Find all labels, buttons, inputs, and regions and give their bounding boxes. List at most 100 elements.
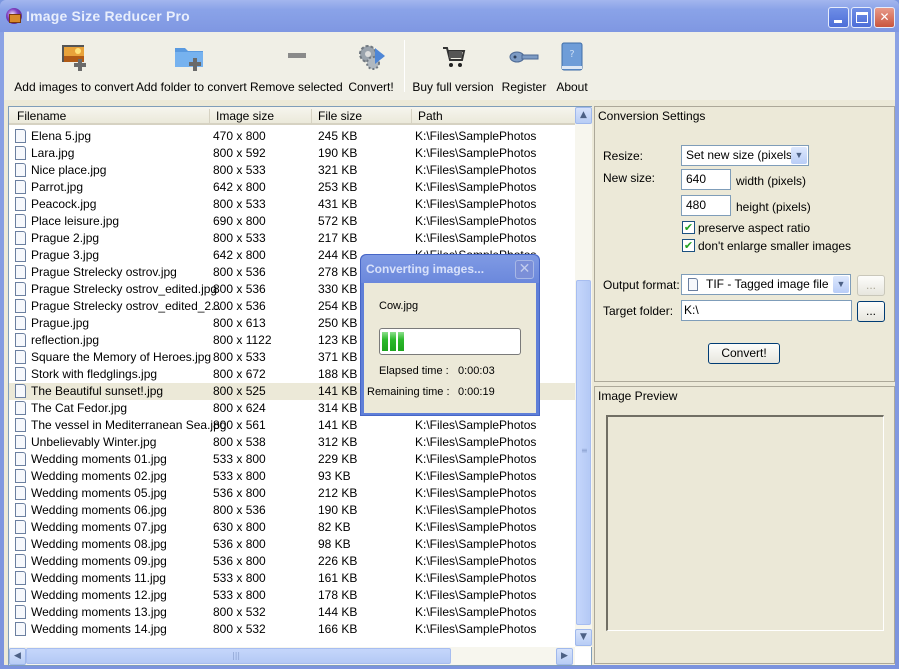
column-header-image-size[interactable]: Image size — [209, 109, 309, 123]
target-folder-input[interactable]: K:\ — [681, 300, 852, 321]
output-format-value: TIF - Tagged image file — [706, 277, 829, 291]
no-enlarge-label: don't enlarge smaller images — [698, 239, 852, 253]
convert-toolbar-button[interactable]: Convert! — [346, 38, 396, 96]
column-header-file-size[interactable]: File size — [311, 109, 411, 123]
path-cell: K:\Files\SamplePhotos — [415, 231, 537, 245]
add-folder-label: Add folder to convert — [136, 80, 247, 94]
file-row[interactable]: Wedding moments 02.jpg 533 x 800 93 KB K:\F… — [9, 468, 575, 485]
add-folder-button[interactable]: Add folder to convert — [136, 38, 247, 96]
scroll-left-button[interactable]: ◀ — [9, 648, 26, 665]
no-enlarge-checkbox[interactable]: ✔ — [682, 239, 695, 252]
path-cell: K:\Files\SamplePhotos — [415, 469, 537, 483]
file-icon — [15, 146, 26, 160]
image-size-cell: 690 x 800 — [213, 214, 266, 228]
filename-cell: Wedding moments 01.jpg — [31, 452, 167, 466]
scroll-right-button[interactable]: ▶ — [556, 648, 573, 665]
path-cell: K:\Files\SamplePhotos — [415, 571, 537, 585]
file-row[interactable]: Peacock.jpg 800 x 533 431 KB K:\Files\Sampl… — [9, 196, 575, 213]
register-button[interactable]: Register — [500, 38, 548, 96]
file-row[interactable]: Elena 5.jpg 470 x 800 245 KB K:\Files\Sampl… — [9, 128, 575, 145]
preserve-aspect-checkbox[interactable]: ✔ — [682, 221, 695, 234]
file-row[interactable]: Wedding moments 08.jpg 536 x 800 98 KB K:\F… — [9, 536, 575, 553]
height-input[interactable]: 480 — [681, 195, 731, 216]
file-row[interactable]: Wedding moments 05.jpg 536 x 800 212 KB K:\… — [9, 485, 575, 502]
output-format-select[interactable]: TIF - Tagged image file ▼ — [681, 274, 851, 295]
file-row[interactable]: The vessel in Mediterranean Sea.jpg 800 x… — [9, 417, 575, 434]
filename-cell: The Beautiful sunset!.jpg — [31, 384, 164, 398]
title-bar[interactable]: Image Size Reducer Pro ✕ — [0, 0, 899, 32]
file-row[interactable]: Wedding moments 07.jpg 630 x 800 82 KB K:\F… — [9, 519, 575, 536]
resize-select[interactable]: Set new size (pixels) ▼ — [681, 145, 809, 166]
remaining-time-value: 0:00:19 — [458, 386, 495, 398]
file-row[interactable]: Wedding moments 06.jpg 800 x 536 190 KB K:\… — [9, 502, 575, 519]
file-row[interactable]: Wedding moments 09.jpg 536 x 800 226 KB K:\… — [9, 553, 575, 570]
file-size-cell: 141 KB — [318, 384, 358, 398]
file-row[interactable]: Prague 2.jpg 800 x 533 217 KB K:\Files\Samp… — [9, 230, 575, 247]
file-size-cell: 82 KB — [318, 520, 351, 534]
file-icon — [15, 214, 26, 228]
toolbar: Add images to convert Add folder to conv… — [4, 32, 895, 100]
add-images-label: Add images to convert — [14, 80, 134, 94]
chevron-down-icon[interactable]: ▼ — [833, 276, 849, 293]
vertical-scroll-thumb[interactable]: ≡ — [576, 280, 591, 625]
path-cell: K:\Files\SamplePhotos — [415, 554, 537, 568]
file-row[interactable]: Lara.jpg 800 x 592 190 KB K:\Files\SamplePh… — [9, 145, 575, 162]
key-icon — [509, 51, 539, 63]
file-row[interactable]: Wedding moments 01.jpg 533 x 800 229 KB K:\… — [9, 451, 575, 468]
resize-select-value: Set new size (pixels) — [686, 148, 797, 162]
file-icon — [15, 486, 26, 500]
column-header-path[interactable]: Path — [411, 109, 575, 123]
format-options-button[interactable]: ... — [857, 275, 885, 296]
add-images-button[interactable]: Add images to convert — [12, 38, 136, 96]
image-preview-panel: Image Preview — [594, 386, 895, 664]
scroll-down-button[interactable]: ▼ — [575, 629, 592, 646]
scroll-up-button[interactable]: ▲ — [575, 107, 592, 124]
file-row[interactable]: Wedding moments 12.jpg 533 x 800 178 KB K:\… — [9, 587, 575, 604]
remove-selected-button[interactable]: Remove selected — [250, 38, 343, 96]
buy-full-version-button[interactable]: Buy full version — [412, 38, 494, 96]
file-size-cell: 190 KB — [318, 146, 358, 160]
file-row[interactable]: Wedding moments 13.jpg 800 x 532 144 KB K:\… — [9, 604, 575, 621]
close-button[interactable]: ✕ — [874, 7, 895, 28]
file-icon — [15, 588, 26, 602]
horizontal-scroll-thumb[interactable]: ||| — [26, 648, 451, 664]
output-format-label: Output format: — [603, 278, 680, 292]
column-header-filename[interactable]: Filename — [9, 109, 207, 123]
width-input[interactable]: 640 — [681, 169, 731, 190]
image-size-cell: 536 x 800 — [213, 554, 266, 568]
file-row[interactable]: Unbelievably Winter.jpg 800 x 538 312 KB K:… — [9, 434, 575, 451]
file-icon — [15, 384, 26, 398]
progress-segment — [382, 332, 388, 351]
horizontal-scrollbar[interactable]: ◀ ||| ▶ — [9, 647, 575, 665]
file-row[interactable]: Place leisure.jpg 690 x 800 572 KB K:\Files… — [9, 213, 575, 230]
image-size-cell: 800 x 533 — [213, 197, 266, 211]
converting-dialog: Converting images... ✕ Cow.jpg Elapsed t… — [360, 254, 540, 416]
filename-cell: Place leisure.jpg — [31, 214, 120, 228]
convert-toolbar-label: Convert! — [348, 80, 394, 94]
shopping-cart-icon — [443, 47, 466, 67]
dialog-title-bar[interactable]: Converting images... ✕ — [361, 255, 539, 283]
dialog-close-button[interactable]: ✕ — [515, 260, 534, 279]
path-cell: K:\Files\SamplePhotos — [415, 622, 537, 636]
maximize-icon — [856, 12, 868, 23]
file-icon — [15, 520, 26, 534]
maximize-button[interactable] — [851, 7, 872, 28]
file-size-cell: 166 KB — [318, 622, 358, 636]
path-cell: K:\Files\SamplePhotos — [415, 435, 537, 449]
browse-folder-button[interactable]: ... — [857, 301, 885, 322]
path-cell: K:\Files\SamplePhotos — [415, 163, 537, 177]
path-cell: K:\Files\SamplePhotos — [415, 180, 537, 194]
filename-cell: Elena 5.jpg — [31, 129, 92, 143]
file-row[interactable]: Wedding moments 14.jpg 800 x 532 166 KB K:\… — [9, 621, 575, 638]
file-size-cell: 314 KB — [318, 401, 358, 415]
convert-button[interactable]: Convert! — [708, 343, 780, 364]
file-icon — [15, 435, 26, 449]
minimize-button[interactable] — [828, 7, 849, 28]
file-size-cell: 371 KB — [318, 350, 358, 364]
file-row[interactable]: Parrot.jpg 642 x 800 253 KB K:\Files\Sample… — [9, 179, 575, 196]
chevron-down-icon[interactable]: ▼ — [791, 147, 807, 164]
about-button[interactable]: ? About — [552, 38, 592, 96]
file-row[interactable]: Wedding moments 11.jpg 533 x 800 161 KB K:\… — [9, 570, 575, 587]
file-row[interactable]: Nice place.jpg 800 x 533 321 KB K:\Files\Sa… — [9, 162, 575, 179]
vertical-scrollbar[interactable]: ▲ ≡ ▼ — [575, 107, 592, 647]
